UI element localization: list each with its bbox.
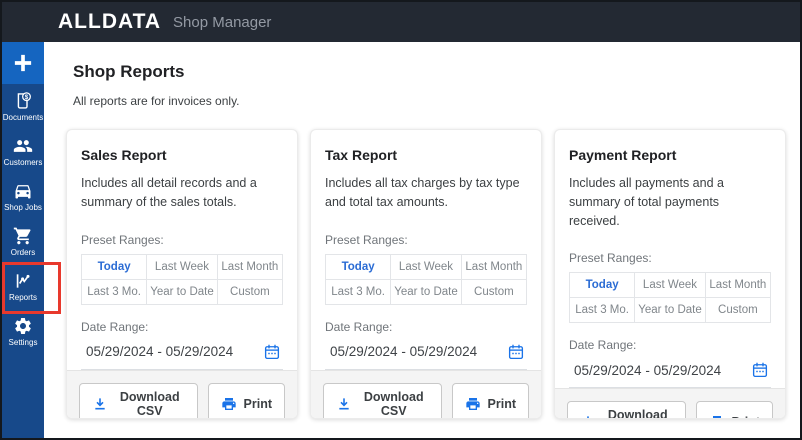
reports-card-row: Sales Report Includes all detail records… xyxy=(66,129,786,419)
preset-today[interactable]: Today xyxy=(82,254,148,280)
preset-last-month[interactable]: Last Month xyxy=(217,254,283,280)
preset-ranges-grid: Today Last Week Last Month Last 3 Mo. Ye… xyxy=(569,272,771,324)
page-title: Shop Reports xyxy=(73,62,185,81)
download-csv-label: Download CSV xyxy=(363,389,424,418)
sidebar-item-label: Documents xyxy=(2,113,44,122)
preset-last-week[interactable]: Last Week xyxy=(635,273,706,299)
calendar-icon[interactable] xyxy=(263,343,281,361)
calendar-icon[interactable] xyxy=(751,361,769,379)
download-icon xyxy=(336,396,352,412)
plus-icon xyxy=(10,50,36,76)
card-description: Includes all tax charges by tax type and… xyxy=(325,176,520,209)
print-label: Print xyxy=(487,396,516,411)
main-content: Shop Reports All reports are for invoice… xyxy=(44,42,800,438)
preset-custom[interactable]: Custom xyxy=(217,279,283,305)
date-range-label: Date Range: xyxy=(569,338,637,353)
download-csv-button[interactable]: Download CSV xyxy=(567,401,686,419)
preset-last-month[interactable]: Last Month xyxy=(705,273,771,299)
print-button[interactable]: Print xyxy=(207,382,285,418)
preset-last-3-mo[interactable]: Last 3 Mo. xyxy=(82,279,148,305)
card-title: Tax Report xyxy=(325,147,398,163)
page-subtitle: All reports are for invoices only. xyxy=(73,94,240,108)
card-description: Includes all payments and a summary of t… xyxy=(569,176,724,228)
new-document-button[interactable] xyxy=(2,42,44,84)
date-range-value: 05/29/2024 - 05/29/2024 xyxy=(86,344,234,359)
sidebar-item-customers[interactable]: Customers xyxy=(2,129,44,174)
sidebar-item-label: Customers xyxy=(3,158,43,167)
download-icon xyxy=(92,396,108,412)
preset-year-to-date[interactable]: Year to Date xyxy=(635,298,706,324)
app-title-text: Shop Manager xyxy=(173,13,272,31)
card-description: Includes all detail records and a summar… xyxy=(81,176,257,209)
preset-ranges-grid: Today Last Week Last Month Last 3 Mo. Ye… xyxy=(81,253,283,305)
print-icon xyxy=(221,396,237,412)
preset-custom[interactable]: Custom xyxy=(461,279,527,305)
sidebar-item-settings[interactable]: Settings xyxy=(2,309,44,354)
documents-icon: $ xyxy=(13,91,33,111)
preset-last-week[interactable]: Last Week xyxy=(147,254,218,280)
preset-last-week[interactable]: Last Week xyxy=(391,254,462,280)
gear-icon xyxy=(13,316,33,336)
preset-today[interactable]: Today xyxy=(326,254,392,280)
calendar-icon[interactable] xyxy=(507,343,525,361)
sidebar-item-label: Orders xyxy=(10,248,36,257)
preset-ranges-grid: Today Last Week Last Month Last 3 Mo. Ye… xyxy=(325,253,527,305)
date-range-field[interactable]: 05/29/2024 - 05/29/2024 xyxy=(325,343,527,370)
preset-today[interactable]: Today xyxy=(570,273,636,299)
download-csv-label: Download CSV xyxy=(119,389,180,418)
preset-last-3-mo[interactable]: Last 3 Mo. xyxy=(570,298,636,324)
card-footer: Download CSV Print xyxy=(311,369,541,418)
date-range-field[interactable]: 05/29/2024 - 05/29/2024 xyxy=(569,361,771,389)
sidebar-item-documents[interactable]: $ Documents xyxy=(2,84,44,129)
cart-icon xyxy=(13,226,33,246)
download-icon xyxy=(580,414,596,418)
download-csv-label: Download CSV xyxy=(607,408,668,419)
sidebar: $ Documents Customers Shop Jobs Orders R… xyxy=(2,42,44,438)
preset-last-month[interactable]: Last Month xyxy=(461,254,527,280)
download-csv-button[interactable]: Download CSV xyxy=(79,382,198,418)
card-title: Payment Report xyxy=(569,147,677,163)
date-range-value: 05/29/2024 - 05/29/2024 xyxy=(574,362,722,378)
preset-last-3-mo[interactable]: Last 3 Mo. xyxy=(326,279,392,305)
download-csv-button[interactable]: Download CSV xyxy=(323,382,442,418)
preset-ranges-label: Preset Ranges: xyxy=(325,232,408,247)
print-label: Print xyxy=(243,396,272,411)
card-title: Sales Report xyxy=(81,147,167,163)
sidebar-item-orders[interactable]: Orders xyxy=(2,219,44,264)
sidebar-item-label: Reports xyxy=(8,293,37,302)
preset-ranges-label: Preset Ranges: xyxy=(81,232,164,247)
car-icon xyxy=(13,181,33,201)
reports-chart-icon xyxy=(13,271,33,291)
print-icon xyxy=(465,396,481,412)
sales-report-card: Sales Report Includes all detail records… xyxy=(66,129,298,419)
sidebar-item-reports[interactable]: Reports xyxy=(2,264,44,309)
app-window: ALLDATA Shop Manager $ Documents Custome… xyxy=(0,0,802,440)
card-footer: Download CSV Print xyxy=(555,388,785,419)
preset-ranges-label: Preset Ranges: xyxy=(569,251,652,266)
date-range-value: 05/29/2024 - 05/29/2024 xyxy=(330,344,478,359)
preset-custom[interactable]: Custom xyxy=(705,298,771,324)
print-icon xyxy=(709,414,725,418)
sidebar-item-label: Settings xyxy=(8,338,38,347)
alldata-logo: ALLDATA xyxy=(58,10,162,33)
tax-report-card: Tax Report Includes all tax charges by t… xyxy=(310,129,542,419)
preset-year-to-date[interactable]: Year to Date xyxy=(147,279,218,305)
date-range-field[interactable]: 05/29/2024 - 05/29/2024 xyxy=(81,343,283,370)
customers-icon xyxy=(12,136,34,156)
app-header: ALLDATA Shop Manager xyxy=(2,2,800,42)
sidebar-item-shop-jobs[interactable]: Shop Jobs xyxy=(2,174,44,219)
date-range-label: Date Range: xyxy=(81,319,149,334)
preset-year-to-date[interactable]: Year to Date xyxy=(391,279,462,305)
print-button[interactable]: Print xyxy=(451,382,529,418)
svg-text:$: $ xyxy=(25,94,29,101)
payment-report-card: Payment Report Includes all payments and… xyxy=(554,129,786,419)
date-range-label: Date Range: xyxy=(325,319,393,334)
print-button[interactable]: Print xyxy=(695,401,773,418)
print-label: Print xyxy=(732,415,760,418)
card-footer: Download CSV Print xyxy=(67,369,297,418)
sidebar-item-label: Shop Jobs xyxy=(4,203,42,212)
